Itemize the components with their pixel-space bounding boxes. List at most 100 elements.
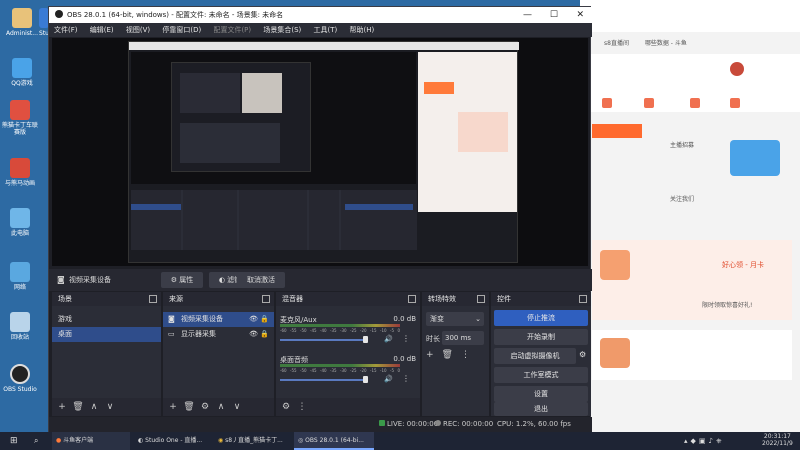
popout-icon[interactable] [477,295,485,303]
desktop-icon-recycle[interactable]: 回收站 [2,312,38,341]
app-icon[interactable] [690,98,700,108]
computer-icon [10,208,30,228]
window-title: OBS 28.0.1 (64-bit, windows) - 配置文件: 未命名… [67,11,284,19]
gear-icon[interactable]: ⚙ [579,350,586,359]
deactivate-button[interactable]: 取消激活 [237,272,285,288]
menu-tools[interactable]: 工具(T) [309,23,343,37]
app-icon[interactable] [602,98,612,108]
live-indicator-icon [379,420,385,426]
start-virtual-camera-button[interactable]: 启动虚拟摄像机 [494,348,576,364]
db-tick-label: -30 [340,368,347,373]
eye-icon[interactable]: 👁 [249,312,258,327]
studio-mode-button[interactable]: 工作室模式 [494,367,588,383]
add-icon[interactable]: + [426,350,434,360]
app-icon[interactable] [730,98,740,108]
volume-slider[interactable] [280,339,365,341]
close-icon[interactable]: ✕ [576,7,584,23]
desktop-icon-anim[interactable]: 与熊马动画 [2,158,38,187]
gear-icon[interactable]: ⚙ [199,398,211,416]
lock-icon[interactable]: 🔒 [260,327,269,342]
avatar[interactable] [730,62,744,76]
menu-help[interactable]: 帮助(H) [345,23,380,37]
menu-edit[interactable]: 编辑(E) [85,23,119,37]
more-icon[interactable]: ⋮ [296,398,308,416]
chevron-down-icon[interactable]: ∨ [104,398,116,416]
desktop-icon-obs[interactable]: OBS Studio [2,364,38,393]
db-tick-label: -60 [280,368,287,373]
trash-icon[interactable]: 🗑 [72,398,84,416]
add-icon[interactable]: + [167,398,179,416]
menu-docks[interactable]: 停靠窗口(D) [157,23,206,37]
scenes-footer: + 🗑 ∧ ∨ [52,398,161,416]
title-bar[interactable]: OBS 28.0.1 (64-bit, windows) - 配置文件: 未命名… [49,7,592,23]
popout-icon[interactable] [262,295,270,303]
volume-knob[interactable] [363,376,368,383]
more-icon[interactable]: ⋮ [402,374,410,383]
browser-window: s8直播间 哪些数据 - 斗鱼 主播招募 关注我们 好心领 - 月卡 限时领取惊… [580,0,800,432]
menu-view[interactable]: 视图(V) [121,23,155,37]
menu-profile[interactable]: 配置文件(P) [208,23,256,37]
app-icon[interactable] [644,98,654,108]
taskbar-item-studio-one[interactable]: ◐ Studio One - 直播... [134,432,214,450]
db-tick-label: 0 [397,328,400,333]
start-recording-button[interactable]: 开始录制 [494,329,588,345]
more-icon[interactable]: ⋮ [461,350,470,360]
popout-icon[interactable] [579,295,587,303]
trash-icon[interactable]: 🗑 [442,350,453,360]
scene-item-selected[interactable]: 桌面 [52,327,161,342]
clock[interactable]: 20:31:17 2022/11/9 [762,433,793,447]
properties-button[interactable]: ⚙ 属性 [161,272,203,288]
more-icon[interactable]: ⋮ [402,334,410,343]
popout-icon[interactable] [408,295,416,303]
scenes-header: 场景 [52,292,161,306]
settings-button[interactable]: 设置 [494,386,588,402]
stop-streaming-button[interactable]: 停止推流 [494,310,588,326]
maximize-icon[interactable]: ☐ [550,7,558,23]
nav-recruit[interactable]: 主播招募 [670,140,730,152]
bookmark-douyu[interactable]: 哪些数据 - 斗鱼 [645,40,687,47]
lock-icon[interactable]: 🔒 [260,312,269,327]
eye-icon[interactable]: 👁 [249,327,258,342]
source-toolbar: ◙ 视频采集设备 ⚙ 属性 ◐ 滤镜 取消激活 [49,269,592,291]
scene-item[interactable]: 游戏 [52,312,161,327]
trash-icon[interactable]: 🗑 [183,398,195,416]
nested-docks [180,123,280,163]
taskbar-item-douyu[interactable]: ● 斗鱼客户端 [52,432,130,450]
menu-file[interactable]: 文件(F) [49,23,83,37]
volume-knob[interactable] [363,336,368,343]
nav-follow[interactable]: 关注我们 [670,194,730,206]
minimize-icon[interactable]: — [523,7,532,23]
db-tick-label: -15 [370,368,377,373]
chevron-up-icon[interactable]: ∧ [215,398,227,416]
desktop-icon-kart[interactable]: 熊猫卡丁车联赛版 [2,100,38,136]
speaker-icon[interactable]: 🔊 [384,335,393,343]
exit-button[interactable]: 退出 [494,402,588,416]
taskbar: ⊞ ⌕ ● 斗鱼客户端 ◐ Studio One - 直播... ◉ s8丿直播… [0,432,800,450]
nested-browser [418,52,517,212]
transition-select[interactable]: 渐变 ⌄ [426,312,484,326]
duration-input[interactable]: 300 ms [442,331,484,345]
desktop-icon-pc[interactable]: 此电脑 [2,208,38,237]
bookmark-s8[interactable]: s8直播间 [604,40,629,47]
add-icon[interactable]: + [56,398,68,416]
desktop-icon-network[interactable]: 网络 [2,262,38,291]
taskbar-item-chrome[interactable]: ◉ s8丿直播_熊猫卡丁... [214,432,294,450]
chevron-down-icon[interactable]: ∨ [231,398,243,416]
menu-scene-collection[interactable]: 场景集合(S) [258,23,306,37]
desktop-icon-admin[interactable]: Administ... [4,8,40,37]
volume-slider[interactable] [280,379,365,381]
popout-icon[interactable] [149,295,157,303]
preview-canvas[interactable] [52,38,588,266]
search-icon[interactable]: ⌕ [30,432,38,450]
taskbar-item-obs[interactable]: ◎ OBS 28.0.1 (64-bi... [294,432,374,450]
gear-icon[interactable]: ⚙ [280,398,292,416]
promo-card[interactable]: 好心领 - 月卡 限时领取惊喜好礼! [592,240,792,320]
chevron-up-icon[interactable]: ∧ [88,398,100,416]
source-item-selected[interactable]: ◙ 视频采集设备 👁 🔒 [163,312,274,327]
source-item[interactable]: ▭ 显示器采集 👁 🔒 [163,327,274,342]
tray-icons[interactable]: ▴◆▣♪⎈ [680,432,725,450]
desktop-icon-qq[interactable]: QQ游戏 [4,58,40,87]
db-tick-label: -35 [330,368,337,373]
speaker-icon[interactable]: 🔊 [384,375,393,383]
windows-start-icon[interactable]: ⊞ [6,432,18,450]
